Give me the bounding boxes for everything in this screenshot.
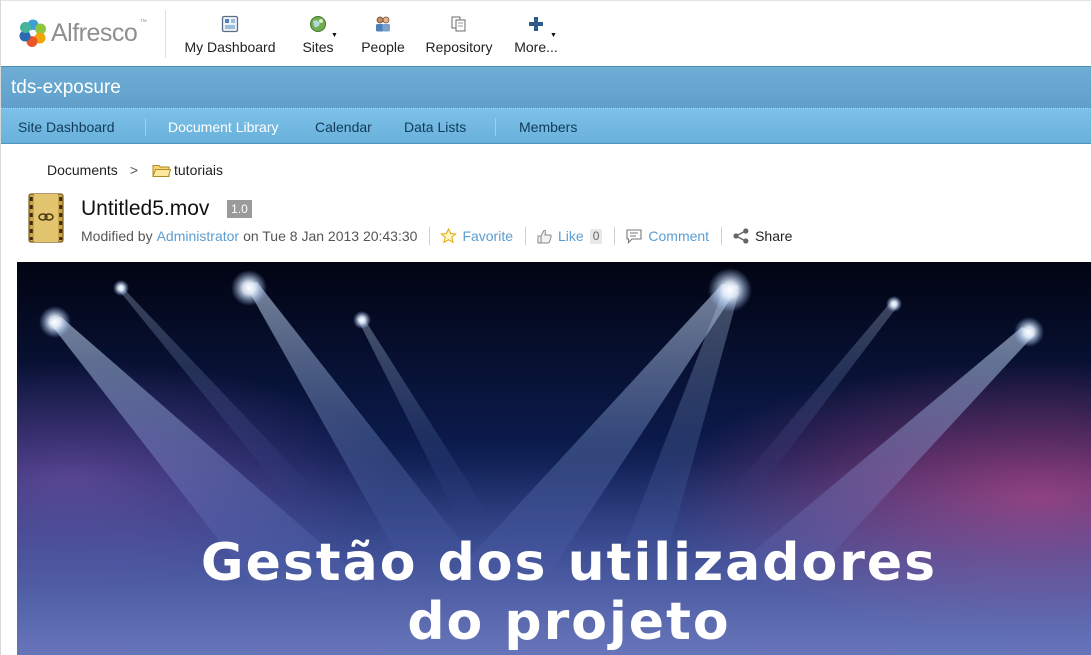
- comment-action[interactable]: Comment: [625, 228, 709, 244]
- star-icon: [440, 228, 458, 244]
- site-nav-members[interactable]: Members: [519, 119, 577, 135]
- breadcrumb: Documents > tutoriais: [47, 160, 223, 180]
- nav-label: My Dashboard: [184, 39, 276, 55]
- video-file-icon: [28, 193, 64, 243]
- nav-label: People: [361, 39, 405, 55]
- share-action[interactable]: Share: [732, 228, 792, 244]
- like-count: 0: [589, 228, 603, 244]
- people-icon: [376, 16, 390, 32]
- plus-icon: [529, 17, 543, 31]
- nav-label: Repository: [425, 39, 493, 55]
- site-title-bar: tds-exposure: [1, 66, 1091, 108]
- action-separator: [429, 227, 431, 245]
- site-navigation: Site Dashboard Document Library Calendar…: [1, 108, 1091, 144]
- document-meta-row: Modified by Administrator on Tue 8 Jan 2…: [81, 226, 792, 246]
- nav-sites[interactable]: ▼ Sites: [300, 15, 338, 61]
- nav-repository[interactable]: Repository: [423, 15, 495, 61]
- chevron-down-icon: ▼: [550, 32, 557, 39]
- chevron-down-icon: ▼: [331, 32, 338, 39]
- nav-separator: [145, 118, 146, 136]
- nav-my-dashboard[interactable]: My Dashboard: [184, 15, 276, 61]
- repository-icon: [451, 16, 466, 32]
- comment-icon: [626, 229, 642, 244]
- favorite-label: Favorite: [462, 228, 514, 244]
- favorite-action[interactable]: Favorite: [440, 228, 513, 244]
- preview-title-line-2: do projeto: [407, 592, 730, 652]
- header-divider: [165, 10, 166, 58]
- comment-label: Comment: [648, 228, 710, 244]
- like-label: Like: [558, 228, 584, 244]
- breadcrumb-documents[interactable]: Documents: [47, 162, 118, 178]
- site-nav-calendar[interactable]: Calendar: [315, 119, 372, 135]
- nav-people[interactable]: People: [360, 15, 406, 61]
- action-separator: [721, 227, 723, 245]
- site-nav-site-dashboard[interactable]: Site Dashboard: [18, 119, 115, 135]
- modified-date: on Tue 8 Jan 2013 20:43:30: [243, 228, 418, 244]
- thumbs-up-icon: [537, 229, 552, 243]
- nav-separator: [495, 118, 496, 136]
- breadcrumb-separator: >: [129, 162, 138, 178]
- share-icon: [733, 228, 749, 244]
- action-separator: [525, 227, 527, 245]
- site-nav-data-lists[interactable]: Data Lists: [404, 119, 466, 135]
- share-label: Share: [755, 228, 793, 244]
- alfresco-flower-icon: [19, 19, 46, 47]
- site-title[interactable]: tds-exposure: [11, 77, 121, 99]
- app-header: Alfresco ™ My Dashboard ▼ Sites People R…: [1, 0, 1091, 66]
- sites-globe-icon: [310, 16, 326, 32]
- breadcrumb-folder-tutoriais[interactable]: tutoriais: [174, 162, 223, 178]
- video-preview[interactable]: Gestão dos utilizadores do projeto: [17, 262, 1091, 655]
- modifier-link[interactable]: Administrator: [157, 228, 239, 244]
- alfresco-logo[interactable]: Alfresco ™: [18, 15, 147, 51]
- document-title: Untitled5.mov: [81, 197, 210, 220]
- nav-more[interactable]: ▼ More...: [512, 15, 560, 61]
- like-action[interactable]: Like 0: [536, 228, 603, 245]
- nav-label: Sites: [302, 39, 334, 55]
- dashboard-icon: [221, 15, 239, 33]
- video-frame: Gestão dos utilizadores do projeto: [17, 262, 1091, 655]
- folder-icon: [152, 164, 171, 177]
- alfresco-app: Alfresco ™ My Dashboard ▼ Sites People R…: [0, 0, 1091, 655]
- modified-by-label: Modified by: [81, 228, 153, 244]
- version-badge: 1.0: [227, 200, 252, 218]
- action-separator: [614, 227, 616, 245]
- preview-title-line-1: Gestão dos utilizadores: [201, 533, 937, 593]
- nav-label: More...: [514, 39, 558, 55]
- site-nav-document-library[interactable]: Document Library: [168, 119, 279, 135]
- brand-name: Alfresco ™: [51, 18, 147, 47]
